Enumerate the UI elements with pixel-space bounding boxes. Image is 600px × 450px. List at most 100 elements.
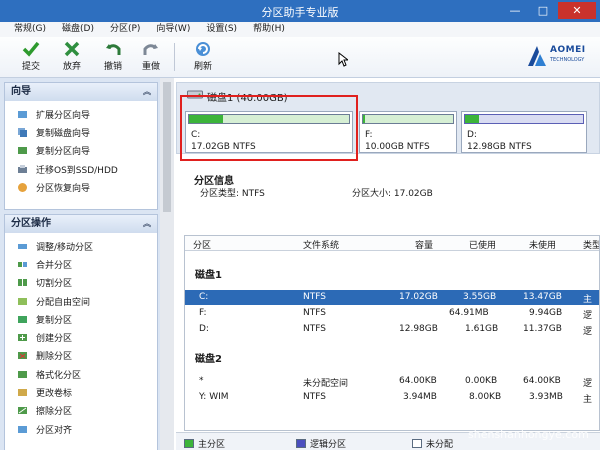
collapse-chevron-icon[interactable]: ︽ <box>143 83 151 101</box>
discard-button[interactable]: 放弃 <box>55 40 89 74</box>
disk-group-label: 磁盘2 <box>195 354 222 365</box>
operations-panel-title: 分区操作 <box>11 218 51 229</box>
submit-button[interactable]: 提交 <box>14 40 48 74</box>
column-header-unused[interactable]: 未使用 <box>529 238 556 251</box>
toolbar: 提交 放弃 撤销 重做 刷新 AOMEI TECHNOLOGY <box>0 37 600 78</box>
op-align-partition[interactable]: 分区对齐 <box>5 420 157 438</box>
collapse-chevron-icon[interactable]: ︽ <box>143 215 151 233</box>
op-create-partition[interactable]: 创建分区 <box>5 328 157 346</box>
merge-icon <box>18 261 27 267</box>
watermark-logo: 深山红叶 <box>476 398 576 426</box>
column-header-filesystem[interactable]: 文件系统 <box>303 238 339 251</box>
undo-button[interactable]: 撤销 <box>96 40 130 74</box>
column-header-used[interactable]: 已使用 <box>469 238 496 251</box>
op-copy-partition[interactable]: 复制分区 <box>5 310 157 328</box>
wizard-item-copy-partition[interactable]: 复制分区向导 <box>5 142 157 160</box>
discard-label: 放弃 <box>62 62 81 72</box>
table-row[interactable]: D: NTFS 12.98GB 1.61GB 11.37GB 逻 <box>185 322 599 337</box>
operations-panel: 分区操作 ︽ 调整/移动分区 合并分区 切割分区 分配自由空间 复制分区 创建分… <box>4 214 158 450</box>
table-row[interactable]: F: NTFS 64.91MB 9.94GB 逻 <box>185 306 599 321</box>
legend-unallocated: 未分配 <box>412 437 453 450</box>
wizard-panel-title: 向导 <box>11 86 31 97</box>
highlight-box <box>180 95 358 161</box>
resize-icon <box>18 243 27 249</box>
watermark-url: shenshanhongye.com <box>468 428 589 441</box>
allocate-icon <box>18 297 27 305</box>
wipe-icon <box>18 407 27 415</box>
column-header-capacity[interactable]: 容量 <box>415 238 433 251</box>
column-header-type[interactable]: 类型 <box>583 238 599 251</box>
legend-primary: 主分区 <box>184 437 225 450</box>
sidebar-scrollbar-thumb[interactable] <box>163 82 171 212</box>
title-bar: 分区助手专业版 — □ ✕ <box>0 0 600 22</box>
menu-wizard[interactable]: 向导(W) <box>148 22 198 37</box>
wizard-item-migrate-os[interactable]: 迁移OS到SSD/HDD <box>5 160 157 178</box>
partition-label: D: <box>467 130 477 140</box>
label-icon <box>18 389 27 397</box>
format-icon <box>18 370 27 378</box>
delete-icon <box>18 352 27 360</box>
op-delete-partition[interactable]: 删除分区 <box>5 347 157 365</box>
partition-detail: 10.00GB NTFS <box>365 142 430 152</box>
menu-partition[interactable]: 分区(P) <box>102 22 148 37</box>
undo-icon <box>106 44 121 55</box>
menu-help[interactable]: 帮助(H) <box>245 22 293 37</box>
refresh-button[interactable]: 刷新 <box>186 40 220 74</box>
maximize-button[interactable]: □ <box>530 2 556 19</box>
partition-usage-fill <box>465 115 480 123</box>
partition-usage-fill <box>363 115 365 123</box>
toolbar-separator <box>174 43 175 71</box>
window-controls: — □ ✕ <box>502 2 596 19</box>
copy-disk-icon <box>18 127 27 137</box>
menu-general[interactable]: 常规(G) <box>6 22 54 37</box>
redo-label: 重做 <box>141 62 160 72</box>
extend-partition-icon <box>18 110 27 118</box>
wizard-item-copy-disk[interactable]: 复制磁盘向导 <box>5 123 157 141</box>
minimize-button[interactable]: — <box>502 2 528 19</box>
wizard-item-recovery[interactable]: 分区恢复向导 <box>5 178 157 196</box>
partition-detail: 12.98GB NTFS <box>467 142 532 152</box>
left-sidebar: 向导 ︽ 扩展分区向导 复制磁盘向导 复制分区向导 迁移OS到SSD/HDD 分… <box>0 78 174 450</box>
table-header: 分区 文件系统 容量 已使用 未使用 类型 <box>185 236 599 251</box>
op-wipe-partition[interactable]: 擦除分区 <box>5 402 157 420</box>
copy-partition-icon <box>18 147 27 155</box>
disk-group-label: 磁盘1 <box>195 270 222 281</box>
submit-label: 提交 <box>21 62 40 72</box>
redo-button[interactable]: 重做 <box>134 40 168 74</box>
menu-disk[interactable]: 磁盘(D) <box>54 22 102 37</box>
menu-settings[interactable]: 设置(S) <box>198 22 245 37</box>
partition-label: F: <box>365 130 373 140</box>
refresh-icon <box>196 42 210 56</box>
partition-recovery-icon <box>18 182 27 192</box>
refresh-label: 刷新 <box>193 62 212 72</box>
op-format-partition[interactable]: 格式化分区 <box>5 365 157 383</box>
partition-block-f[interactable]: F: 10.00GB NTFS <box>359 111 457 153</box>
table-row[interactable]: C: NTFS 17.02GB 3.55GB 13.47GB 主 <box>185 290 599 305</box>
op-resize-move[interactable]: 调整/移动分区 <box>5 237 157 255</box>
op-merge[interactable]: 合并分区 <box>5 255 157 273</box>
logical-swatch <box>296 439 306 448</box>
wizard-panel-header[interactable]: 向导 ︽ <box>5 83 157 101</box>
copy-icon <box>18 315 27 323</box>
menu-bar: 常规(G) 磁盘(D) 分区(P) 向导(W) 设置(S) 帮助(H) <box>0 22 600 37</box>
partition-usage-bar <box>464 114 584 124</box>
close-button[interactable]: ✕ <box>558 2 596 19</box>
wizard-item-extend[interactable]: 扩展分区向导 <box>5 105 157 123</box>
unallocated-swatch <box>412 439 422 448</box>
migrate-os-icon <box>18 164 27 173</box>
partition-block-d[interactable]: D: 12.98GB NTFS <box>461 111 587 153</box>
sidebar-scrollbar[interactable] <box>160 78 174 450</box>
op-split[interactable]: 切割分区 <box>5 274 157 292</box>
logo-name: AOMEI <box>550 45 586 55</box>
column-header-partition[interactable]: 分区 <box>193 238 211 251</box>
logo-sub: TECHNOLOGY <box>550 57 585 63</box>
table-row[interactable]: * 未分配空间 64.00KB 0.00KB 64.00KB 逻 <box>185 374 599 389</box>
primary-swatch <box>184 439 194 448</box>
operations-panel-header[interactable]: 分区操作 ︽ <box>5 215 157 233</box>
partition-usage-bar <box>362 114 454 124</box>
cross-icon <box>64 41 80 57</box>
partition-type-info: 分区类型: NTFS <box>200 189 265 199</box>
op-allocate-free[interactable]: 分配自由空间 <box>5 292 157 310</box>
op-change-label[interactable]: 更改卷标 <box>5 383 157 401</box>
undo-label: 撤销 <box>103 62 122 72</box>
